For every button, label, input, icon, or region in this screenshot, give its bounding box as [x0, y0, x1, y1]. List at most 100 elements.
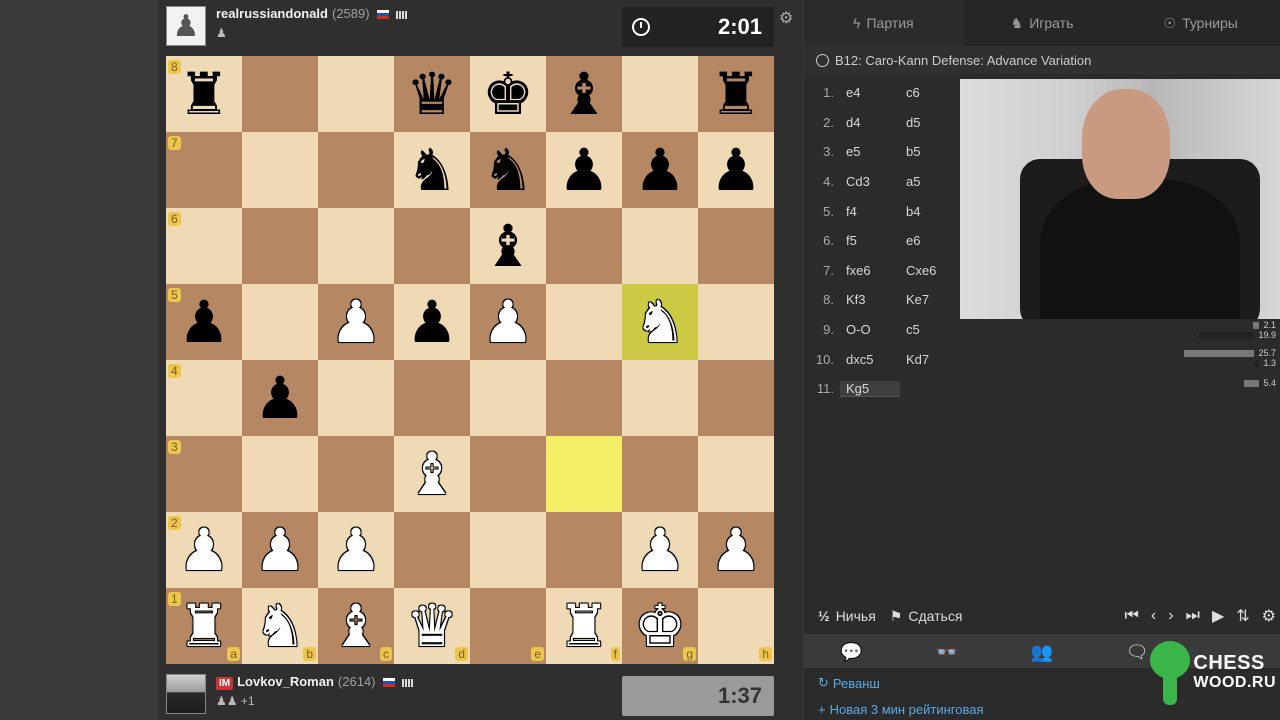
square-h3[interactable]: [698, 436, 774, 512]
white-move[interactable]: e5: [840, 144, 900, 159]
chess-piece[interactable]: ♟: [634, 521, 686, 579]
square-c1[interactable]: ♝ c: [318, 588, 394, 664]
chess-board[interactable]: ♜ 8 ♛ ♚ ♝ ♜ 7 ♞ ♞ ♟ ♟ ♟ 6 ♝ ♟ 5 ♟ ♟ ♟ ♞ 4 ♟ 3 ♝ ♟ 2 ♟ ♟ ♟ ♟ ♜ 1 a ♞ b ♝ c ♛ d e…: [166, 56, 774, 664]
settings-gear-icon[interactable]: ⚙: [1262, 606, 1276, 626]
white-move[interactable]: Kg5: [840, 380, 900, 397]
square-a7[interactable]: 7: [166, 132, 242, 208]
chess-piece[interactable]: ♟: [178, 521, 230, 579]
square-g8[interactable]: [622, 56, 698, 132]
square-f5[interactable]: [546, 284, 622, 360]
square-e5[interactable]: ♟: [470, 284, 546, 360]
square-d6[interactable]: [394, 208, 470, 284]
square-b2[interactable]: ♟: [242, 512, 318, 588]
tab-play[interactable]: ♞ Играть: [963, 0, 1122, 46]
white-move[interactable]: dxc5: [840, 352, 900, 367]
square-g7[interactable]: ♟: [622, 132, 698, 208]
square-g4[interactable]: [622, 360, 698, 436]
square-g5[interactable]: ♞: [622, 284, 698, 360]
chess-piece[interactable]: ♝: [406, 445, 458, 503]
top-player-name[interactable]: realrussiandonald: [216, 6, 328, 21]
square-c7[interactable]: [318, 132, 394, 208]
square-b6[interactable]: [242, 208, 318, 284]
chess-piece[interactable]: ♜: [558, 597, 610, 655]
black-move[interactable]: b5: [900, 144, 960, 159]
square-e4[interactable]: [470, 360, 546, 436]
chess-piece[interactable]: ♟: [710, 521, 762, 579]
tab-tournaments[interactable]: ☉ Турниры: [1121, 0, 1280, 46]
square-e6[interactable]: ♝: [470, 208, 546, 284]
chess-piece[interactable]: ♝: [330, 597, 382, 655]
first-move-icon[interactable]: ⏮: [1124, 607, 1138, 625]
play-icon[interactable]: ▶: [1212, 606, 1224, 626]
square-a3[interactable]: 3: [166, 436, 242, 512]
black-move[interactable]: d5: [900, 115, 960, 130]
white-move[interactable]: O-O: [840, 322, 900, 337]
square-c4[interactable]: [318, 360, 394, 436]
black-move[interactable]: b4: [900, 204, 960, 219]
square-d7[interactable]: ♞: [394, 132, 470, 208]
chess-piece[interactable]: ♞: [482, 141, 534, 199]
white-move[interactable]: Cd3: [840, 174, 900, 189]
users-icon[interactable]: 👥: [994, 634, 1089, 670]
chess-piece[interactable]: ♜: [178, 65, 230, 123]
square-g1[interactable]: ♚ g: [622, 588, 698, 664]
square-b3[interactable]: [242, 436, 318, 512]
black-move[interactable]: a5: [900, 174, 960, 189]
draw-button[interactable]: ½ Ничья: [818, 608, 876, 624]
chess-piece[interactable]: ♟: [330, 521, 382, 579]
square-b1[interactable]: ♞ b: [242, 588, 318, 664]
square-e3[interactable]: [470, 436, 546, 512]
square-h7[interactable]: ♟: [698, 132, 774, 208]
square-e7[interactable]: ♞: [470, 132, 546, 208]
black-move[interactable]: Cxe6: [900, 263, 960, 278]
white-move[interactable]: e4: [840, 85, 900, 100]
prev-move-icon[interactable]: ‹: [1151, 607, 1156, 625]
square-g3[interactable]: [622, 436, 698, 512]
top-player-avatar[interactable]: ♟: [166, 6, 206, 46]
square-h8[interactable]: ♜: [698, 56, 774, 132]
chess-piece[interactable]: ♞: [634, 293, 686, 351]
square-a1[interactable]: ♜ 1 a: [166, 588, 242, 664]
square-c3[interactable]: [318, 436, 394, 512]
chess-piece[interactable]: ♟: [254, 521, 306, 579]
square-d1[interactable]: ♛ d: [394, 588, 470, 664]
square-e8[interactable]: ♚: [470, 56, 546, 132]
chess-piece[interactable]: ♞: [406, 141, 458, 199]
chess-piece[interactable]: ♜: [710, 65, 762, 123]
square-b8[interactable]: [242, 56, 318, 132]
flip-board-icon[interactable]: ⇅: [1236, 606, 1249, 626]
chess-piece[interactable]: ♝: [482, 217, 534, 275]
square-d4[interactable]: [394, 360, 470, 436]
square-e2[interactable]: [470, 512, 546, 588]
opening-name[interactable]: B12: Caro-Kann Defense: Advance Variatio…: [804, 46, 1280, 74]
chess-piece[interactable]: ♚: [634, 597, 686, 655]
square-c2[interactable]: ♟: [318, 512, 394, 588]
square-a8[interactable]: ♜ 8: [166, 56, 242, 132]
square-h4[interactable]: [698, 360, 774, 436]
chess-piece[interactable]: ♜: [178, 597, 230, 655]
square-a4[interactable]: 4: [166, 360, 242, 436]
square-b4[interactable]: ♟: [242, 360, 318, 436]
square-f6[interactable]: [546, 208, 622, 284]
square-f8[interactable]: ♝: [546, 56, 622, 132]
white-move[interactable]: f4: [840, 204, 900, 219]
chess-piece[interactable]: ♛: [406, 65, 458, 123]
black-move[interactable]: c6: [900, 85, 960, 100]
square-a2[interactable]: ♟ 2: [166, 512, 242, 588]
square-c5[interactable]: ♟: [318, 284, 394, 360]
next-move-icon[interactable]: ›: [1168, 607, 1173, 625]
square-c8[interactable]: [318, 56, 394, 132]
spectate-icon[interactable]: 👓: [899, 634, 994, 670]
square-d5[interactable]: ♟: [394, 284, 470, 360]
square-h5[interactable]: [698, 284, 774, 360]
chess-piece[interactable]: ♟: [710, 141, 762, 199]
chess-piece[interactable]: ♟: [330, 293, 382, 351]
chess-piece[interactable]: ♟: [558, 141, 610, 199]
white-move[interactable]: fxe6: [840, 263, 900, 278]
white-move[interactable]: Kf3: [840, 292, 900, 307]
square-b7[interactable]: [242, 132, 318, 208]
black-move[interactable]: c5: [900, 322, 960, 337]
square-g6[interactable]: [622, 208, 698, 284]
black-move[interactable]: e6: [900, 233, 960, 248]
white-move[interactable]: f5: [840, 233, 900, 248]
